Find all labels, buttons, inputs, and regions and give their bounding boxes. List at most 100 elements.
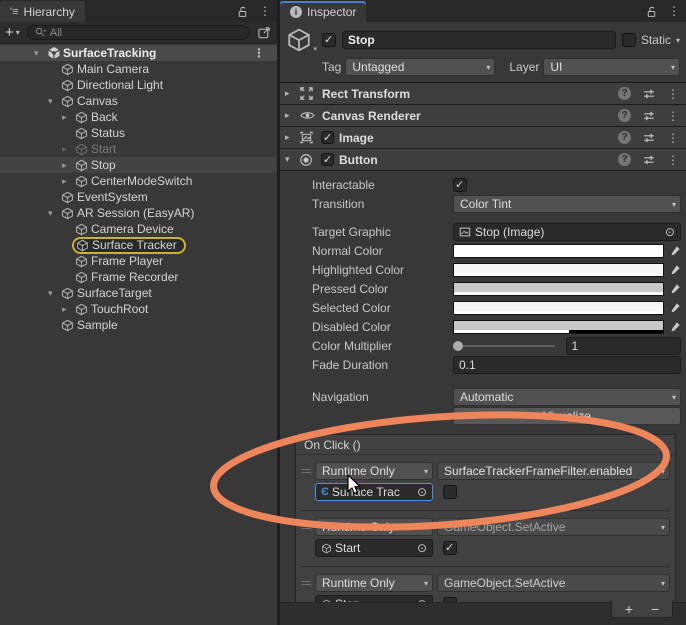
hierarchy-row[interactable]: Camera Device	[0, 221, 277, 237]
presets-icon[interactable]	[642, 87, 656, 101]
hierarchy-row[interactable]: Main Camera	[0, 61, 277, 77]
object-picker-icon[interactable]: ⊙	[662, 226, 675, 238]
pressed-color-swatch[interactable]	[453, 282, 664, 296]
hierarchy-row[interactable]: EventSystem	[0, 189, 277, 205]
create-button[interactable]: + ▾	[5, 25, 20, 40]
eyedropper-icon[interactable]	[669, 245, 681, 257]
chevron-expanded-icon[interactable]: ▾	[34, 48, 47, 59]
hierarchy-row[interactable]: ▾ SurfaceTarget	[0, 285, 277, 301]
chevron-collapsed-icon[interactable]: ▸	[62, 160, 75, 171]
chevron-collapsed-icon[interactable]: ▸	[62, 304, 75, 315]
chevron-expanded-icon[interactable]: ▾	[285, 154, 299, 165]
static-dropdown-icon[interactable]: ▾	[676, 36, 680, 45]
eyedropper-icon[interactable]	[669, 321, 681, 333]
layer-dropdown[interactable]: UI ▾	[543, 58, 680, 76]
event-target-field-focused[interactable]: Є Surface Trac ⊙	[315, 483, 433, 501]
hierarchy-row[interactable]: Frame Recorder	[0, 269, 277, 285]
highlighted-color-swatch[interactable]	[453, 263, 664, 277]
hierarchy-row[interactable]: ▾ AR Session (EasyAR)	[0, 205, 277, 221]
drag-handle-icon[interactable]	[301, 581, 315, 585]
component-menu-icon[interactable]: ⋮	[667, 153, 679, 167]
chevron-collapsed-icon[interactable]: ▸	[62, 176, 75, 187]
hierarchy-row-selected[interactable]: ▸ Stop	[0, 157, 277, 173]
name-field[interactable]: Stop	[342, 31, 616, 49]
event-arg-checkbox[interactable]	[443, 541, 457, 555]
add-event-button[interactable]: +	[618, 601, 640, 617]
hierarchy-row-scene[interactable]: ▾ SurfaceTracking ⋮	[0, 45, 277, 61]
lock-open-icon[interactable]	[236, 5, 249, 18]
hierarchy-row[interactable]: Directional Light	[0, 77, 277, 93]
lock-open-icon[interactable]	[645, 5, 658, 18]
disabled-color-swatch[interactable]	[453, 320, 664, 334]
help-icon[interactable]: ?	[618, 109, 631, 122]
hierarchy-row-disabled[interactable]: ▸ Start	[0, 141, 277, 157]
slider-handle[interactable]	[453, 341, 463, 351]
open-search-window-icon[interactable]	[257, 25, 272, 40]
presets-icon[interactable]	[642, 153, 656, 167]
visualize-button[interactable]: Visualize	[453, 407, 681, 425]
eyedropper-icon[interactable]	[669, 283, 681, 295]
selected-color-swatch[interactable]	[453, 301, 664, 315]
chevron-expanded-icon[interactable]: ▾	[48, 96, 61, 107]
chevron-expanded-icon[interactable]: ▾	[48, 208, 61, 219]
event-function-dropdown[interactable]: GameObject.SetActive ▾	[437, 574, 670, 592]
component-menu-icon[interactable]: ⋮	[667, 109, 679, 123]
presets-icon[interactable]	[642, 109, 656, 123]
image-enabled-checkbox[interactable]	[321, 131, 334, 144]
chevron-collapsed-icon[interactable]: ▸	[285, 110, 299, 121]
help-icon[interactable]: ?	[618, 131, 631, 144]
hierarchy-row[interactable]: ▸ CenterModeSwitch	[0, 173, 277, 189]
event-mode-dropdown[interactable]: Runtime Only ▾	[315, 574, 433, 592]
interactable-checkbox[interactable]	[453, 178, 467, 192]
object-picker-icon[interactable]: ⊙	[414, 486, 427, 498]
hierarchy-row[interactable]: ▸ Back	[0, 109, 277, 125]
drag-handle-icon[interactable]	[301, 525, 315, 529]
tab-hierarchy[interactable]: '≡ Hierarchy	[0, 1, 85, 22]
hierarchy-row[interactable]: ▸ TouchRoot	[0, 301, 277, 317]
active-checkbox[interactable]	[322, 33, 336, 47]
event-function-dropdown[interactable]: GameObject.SetActive ▾	[437, 518, 670, 536]
hierarchy-row-pinged[interactable]: Surface Tracker	[0, 236, 277, 254]
help-icon[interactable]: ?	[618, 153, 631, 166]
event-function-dropdown[interactable]: SurfaceTrackerFrameFilter.enabled ▾	[437, 462, 670, 480]
tab-inspector[interactable]: i Inspector	[280, 1, 367, 22]
component-canvas-renderer[interactable]: ▸ Canvas Renderer ? ⋮	[280, 104, 686, 126]
chevron-collapsed-icon[interactable]: ▸	[285, 88, 299, 99]
target-graphic-field[interactable]: Stop (Image) ⊙	[453, 223, 681, 241]
component-button[interactable]: ▾ Button ? ⋮	[280, 148, 686, 170]
event-arg-checkbox[interactable]	[443, 485, 457, 499]
drag-handle-icon[interactable]	[301, 469, 315, 473]
eyedropper-icon[interactable]	[669, 302, 681, 314]
presets-icon[interactable]	[642, 131, 656, 145]
event-mode-dropdown[interactable]: Runtime Only ▾	[315, 462, 433, 480]
inspector-menu-icon[interactable]: ⋮	[668, 4, 680, 18]
gameobject-icon[interactable]: ▾	[286, 27, 317, 53]
transition-dropdown[interactable]: Color Tint ▾	[453, 195, 681, 213]
component-menu-icon[interactable]: ⋮	[667, 87, 679, 101]
color-multiplier-field[interactable]: 1	[565, 337, 681, 355]
chevron-collapsed-icon[interactable]: ▸	[285, 132, 299, 143]
button-enabled-checkbox[interactable]	[321, 153, 334, 166]
component-menu-icon[interactable]: ⋮	[667, 131, 679, 145]
normal-color-swatch[interactable]	[453, 244, 664, 258]
color-multiplier-slider[interactable]	[453, 339, 557, 353]
component-rect-transform[interactable]: ▸ Rect Transform ? ⋮	[280, 82, 686, 104]
chevron-collapsed-icon[interactable]: ▸	[62, 112, 75, 123]
event-mode-dropdown[interactable]: Runtime Only ▾	[315, 518, 433, 536]
component-image[interactable]: ▸ Image ? ⋮	[280, 126, 686, 148]
eyedropper-icon[interactable]	[669, 264, 681, 276]
help-icon[interactable]: ?	[618, 87, 631, 100]
hierarchy-row[interactable]: Sample	[0, 317, 277, 333]
hierarchy-row[interactable]: ▾ Canvas	[0, 93, 277, 109]
hierarchy-menu-icon[interactable]: ⋮	[259, 4, 271, 18]
remove-event-button[interactable]: −	[644, 601, 666, 617]
chevron-expanded-icon[interactable]: ▾	[48, 288, 61, 299]
tag-dropdown[interactable]: Untagged ▾	[345, 58, 496, 76]
hierarchy-search-input[interactable]: All	[26, 25, 250, 40]
static-checkbox[interactable]	[621, 33, 636, 47]
object-picker-icon[interactable]: ⊙	[414, 542, 427, 554]
fade-duration-field[interactable]: 0.1	[453, 356, 681, 374]
event-target-field[interactable]: Start ⊙	[315, 539, 433, 557]
hierarchy-row[interactable]: Status	[0, 125, 277, 141]
chevron-collapsed-icon[interactable]: ▸	[62, 144, 75, 155]
